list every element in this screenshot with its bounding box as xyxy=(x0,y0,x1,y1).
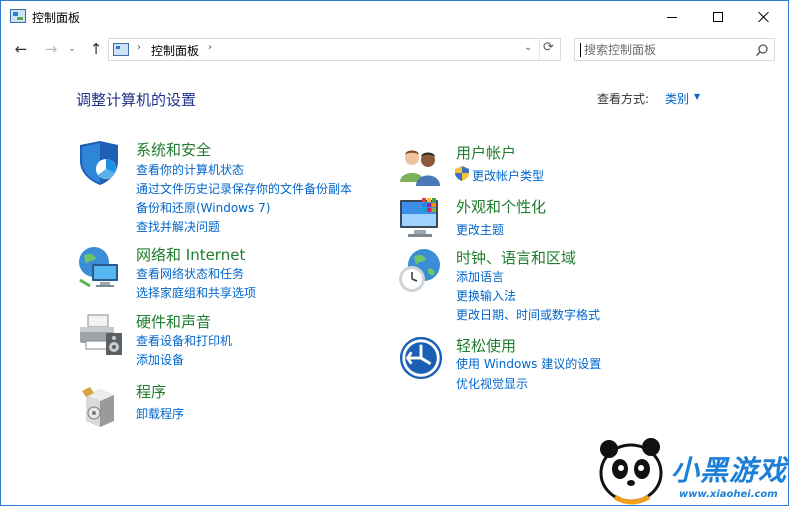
programs-box-icon[interactable] xyxy=(76,381,124,429)
category-link[interactable]: 更改日期、时间或数字格式 xyxy=(456,306,600,323)
minimize-icon xyxy=(667,16,677,18)
navigation-bar: ← → ⌄ ↑ › 控制面板 › ⌄ ⟳ xyxy=(1,34,788,64)
shield-icon[interactable] xyxy=(76,139,124,187)
minimize-button[interactable] xyxy=(649,1,695,33)
window-title: 控制面板 xyxy=(32,11,81,25)
category-link[interactable]: 更改主题 xyxy=(456,221,504,238)
search-box[interactable] xyxy=(574,38,775,61)
recent-locations-button[interactable]: ⌄ xyxy=(66,38,78,60)
page-title: 调整计算机的设置 xyxy=(76,91,197,109)
category-link[interactable]: 查看网络状态和任务 xyxy=(136,265,244,282)
search-icon[interactable] xyxy=(755,43,769,57)
category-title[interactable]: 硬件和声音 xyxy=(136,311,211,332)
chevron-down-icon[interactable]: ▼ xyxy=(694,92,700,101)
forward-button[interactable]: → xyxy=(41,38,61,60)
address-divider xyxy=(539,39,540,60)
monitor-palette-icon[interactable] xyxy=(396,196,444,244)
category-link[interactable]: 选择家庭组和共享选项 xyxy=(136,284,256,301)
category-link[interactable]: 卸载程序 xyxy=(136,405,184,422)
close-icon xyxy=(758,11,770,23)
breadcrumb-separator[interactable]: › xyxy=(208,42,212,53)
category-title[interactable]: 系统和安全 xyxy=(136,139,211,160)
address-dropdown-button[interactable]: ⌄ xyxy=(524,42,532,53)
maximize-button[interactable] xyxy=(695,1,741,33)
category-link[interactable]: 查找并解决问题 xyxy=(136,218,220,235)
address-bar[interactable]: › 控制面板 › ⌄ ⟳ xyxy=(108,38,561,61)
up-button[interactable]: ↑ xyxy=(86,38,106,60)
maximize-icon xyxy=(713,12,723,22)
close-button[interactable] xyxy=(741,1,787,33)
view-by-dropdown[interactable]: 类别 xyxy=(665,90,689,107)
refresh-button[interactable]: ⟳ xyxy=(543,40,554,55)
title-bar[interactable]: 控制面板 xyxy=(1,1,788,33)
category-link[interactable]: 使用 Windows 建议的设置 xyxy=(456,355,601,372)
uac-shield-icon xyxy=(455,166,469,181)
view-by-label: 查看方式: xyxy=(597,92,650,106)
watermark-brand: 小黑游戏 xyxy=(671,454,788,487)
category-title[interactable]: 时钟、语言和区域 xyxy=(456,247,576,268)
network-globe-icon[interactable] xyxy=(76,244,124,292)
search-input[interactable] xyxy=(584,40,749,59)
back-button[interactable]: ← xyxy=(11,38,31,60)
watermark-url: www.xiaohei.com xyxy=(679,489,778,500)
control-panel-icon xyxy=(10,9,26,23)
category-link[interactable]: 更改帐户类型 xyxy=(472,167,544,184)
category-title[interactable]: 程序 xyxy=(136,381,166,402)
category-link[interactable]: 添加设备 xyxy=(136,351,184,368)
clock-globe-icon[interactable] xyxy=(396,247,444,295)
category-link[interactable]: 查看你的计算机状态 xyxy=(136,161,244,178)
category-link[interactable]: 优化视觉显示 xyxy=(456,375,528,392)
category-link[interactable]: 更换输入法 xyxy=(456,287,516,304)
category-title[interactable]: 外观和个性化 xyxy=(456,196,546,217)
breadcrumb-separator[interactable]: › xyxy=(137,42,141,53)
ease-of-access-icon[interactable] xyxy=(398,335,444,381)
breadcrumb-control-panel[interactable]: 控制面板 xyxy=(151,42,199,59)
category-link[interactable]: 通过文件历史记录保存你的文件备份副本 xyxy=(136,180,352,197)
category-link[interactable]: 查看设备和打印机 xyxy=(136,332,232,349)
control-panel-window: 控制面板 ← → ⌄ ↑ › 控制面板 › ⌄ ⟳ 调整计算机的设置 查 xyxy=(0,0,789,506)
text-caret xyxy=(580,43,581,57)
control-panel-icon xyxy=(113,43,129,56)
category-link[interactable]: 备份和还原(Windows 7) xyxy=(136,199,270,216)
watermark-logo: 小黑游戏 www.xiaohei.com xyxy=(593,431,789,506)
category-title[interactable]: 用户帐户 xyxy=(456,142,516,163)
users-icon[interactable] xyxy=(396,142,444,190)
category-title[interactable]: 网络和 Internet xyxy=(136,244,245,265)
printer-icon[interactable] xyxy=(76,311,124,359)
category-title[interactable]: 轻松使用 xyxy=(456,335,516,356)
category-link[interactable]: 添加语言 xyxy=(456,268,504,285)
